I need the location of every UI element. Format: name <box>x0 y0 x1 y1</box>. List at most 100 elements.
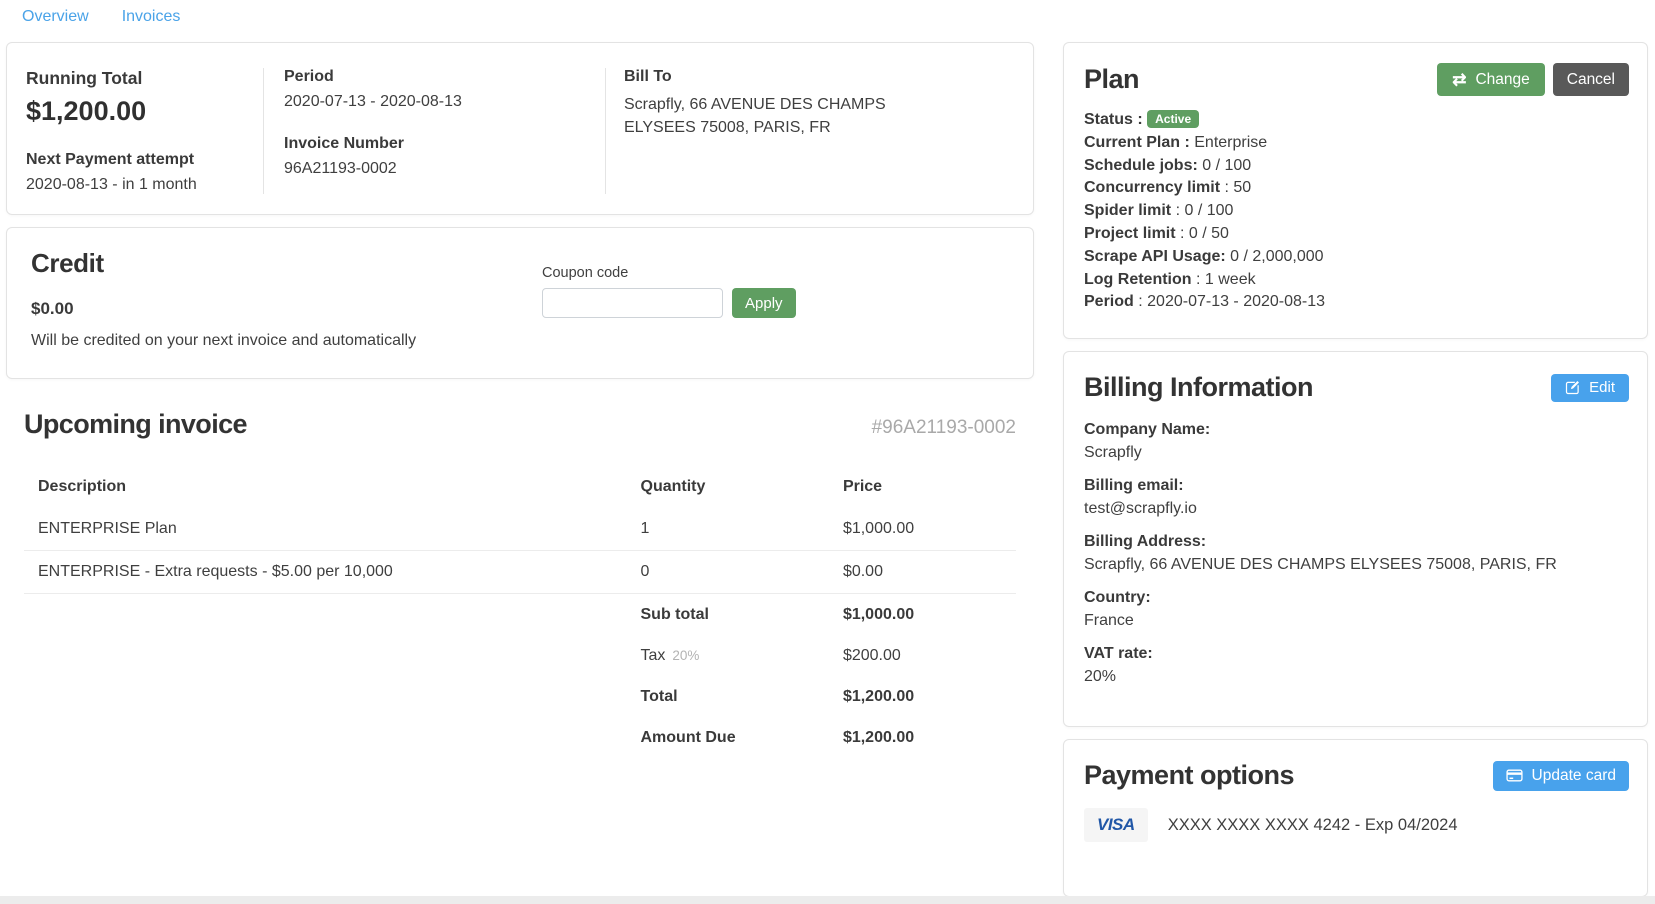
running-total-value: $1,200.00 <box>26 96 243 127</box>
total-label: Tax <box>641 647 666 664</box>
edit-billing-label: Edit <box>1589 379 1615 396</box>
summary-card: Running Total $1,200.00 Next Payment att… <box>6 42 1034 215</box>
total-value: $1,200.00 <box>843 688 1002 706</box>
update-card-button[interactable]: Update card <box>1493 761 1629 791</box>
next-payment-value: 2020-08-13 - in 1 month <box>26 176 243 194</box>
billing-field: Billing Address: Scrapfly, 66 AVENUE DES… <box>1084 530 1629 576</box>
running-total-label: Running Total <box>26 68 243 89</box>
billing-field-value: Scrapfly, 66 AVENUE DES CHAMPS ELYSEES 7… <box>1084 553 1629 576</box>
plan-detail-value: : 0 / 100 <box>1176 202 1234 219</box>
change-plan-label: Change <box>1475 71 1529 89</box>
total-row: Total $1,200.00 <box>24 676 1016 717</box>
plan-detail-label: Schedule jobs: <box>1084 157 1198 174</box>
plan-detail-label: Current Plan : <box>1084 134 1190 151</box>
edit-billing-button[interactable]: Edit <box>1551 374 1629 402</box>
table-row: ENTERPRISE Plan 1 $1,000.00 <box>24 508 1016 551</box>
plan-detail-label: Status : <box>1084 111 1143 128</box>
apply-coupon-button[interactable]: Apply <box>732 288 796 318</box>
total-suffix: 20% <box>672 648 699 663</box>
billing-field: Country: France <box>1084 586 1629 632</box>
credit-title: Credit <box>31 248 1009 279</box>
total-label: Amount Due <box>641 729 736 746</box>
swap-arrows-icon: ⇄ <box>1452 71 1466 88</box>
coupon-code-label: Coupon code <box>542 265 796 281</box>
billing-field-label: Billing email: <box>1084 474 1629 497</box>
tab-bar: Overview Invoices <box>6 8 1648 42</box>
bill-to-value: Scrapfly, 66 AVENUE DES CHAMPS ELYSEES 7… <box>624 93 943 139</box>
billing-field: VAT rate: 20% <box>1084 642 1629 688</box>
billing-field-label: VAT rate: <box>1084 642 1629 665</box>
billing-page: Overview Invoices Running Total $1,200.0… <box>0 0 1655 897</box>
upcoming-invoice-title: Upcoming invoice <box>24 409 247 440</box>
billing-field-value: 20% <box>1084 665 1629 688</box>
credit-note: Will be credited on your next invoice an… <box>31 332 1009 350</box>
cancel-plan-button[interactable]: Cancel <box>1553 63 1629 96</box>
billing-field-label: Company Name: <box>1084 418 1629 441</box>
plan-title: Plan <box>1084 64 1139 95</box>
plan-detail-line: Current Plan : Enterprise <box>1084 132 1629 155</box>
payment-options-title: Payment options <box>1084 760 1294 791</box>
payment-options-card: Payment options Update card <box>1063 739 1648 897</box>
card-number-text: XXXX XXXX XXXX 4242 - Exp 04/2024 <box>1168 816 1458 835</box>
total-value: $1,000.00 <box>843 606 1002 624</box>
plan-detail-line: Schedule jobs: 0 / 100 <box>1084 155 1629 178</box>
total-row: Amount Due $1,200.00 <box>24 717 1016 758</box>
billing-field: Billing email: test@scrapfly.io <box>1084 474 1629 520</box>
plan-detail-label: Project limit <box>1084 225 1176 242</box>
plan-detail-label: Log Retention <box>1084 271 1192 288</box>
column-quantity: Quantity <box>641 478 843 496</box>
column-price: Price <box>843 478 1002 496</box>
plan-detail-value: : 2020-07-13 - 2020-08-13 <box>1138 293 1325 310</box>
plan-detail-value: : 50 <box>1224 179 1251 196</box>
bill-to-label: Bill To <box>624 68 943 86</box>
visa-logo: VISA <box>1097 815 1135 834</box>
total-label: Sub total <box>641 606 709 623</box>
total-value: $200.00 <box>843 647 1002 665</box>
plan-detail-line: Log Retention : 1 week <box>1084 269 1629 292</box>
column-description: Description <box>38 478 641 496</box>
plan-detail-label: Scrape API Usage: <box>1084 248 1226 265</box>
billing-field-value: test@scrapfly.io <box>1084 497 1629 520</box>
plan-card: Plan ⇄ Change Cancel Status : <box>1063 42 1648 339</box>
plan-detail-line: Concurrency limit : 50 <box>1084 177 1629 200</box>
visa-logo-box: VISA <box>1084 808 1148 842</box>
tab[interactable]: Invoices <box>122 8 181 26</box>
credit-card: Credit $0.00 Will be credited on your ne… <box>6 227 1034 379</box>
plan-detail-label: Spider limit <box>1084 202 1171 219</box>
plan-detail-line: Status : Active <box>1084 109 1629 132</box>
plan-detail-line: Scrape API Usage: 0 / 2,000,000 <box>1084 246 1629 269</box>
plan-detail-value: Enterprise <box>1194 134 1267 151</box>
update-card-label: Update card <box>1532 767 1616 785</box>
billing-field-label: Billing Address: <box>1084 530 1629 553</box>
status-badge: Active <box>1147 110 1199 128</box>
billing-field: Company Name: Scrapfly <box>1084 418 1629 464</box>
period-label: Period <box>284 68 585 86</box>
invoice-number-label: Invoice Number <box>284 135 585 153</box>
total-value: $1,200.00 <box>843 729 1002 747</box>
next-payment-label: Next Payment attempt <box>26 151 243 169</box>
cell-price: $1,000.00 <box>843 520 1002 538</box>
invoice-number-value: 96A21193-0002 <box>284 160 585 178</box>
coupon-group: Coupon code Apply <box>542 265 796 318</box>
cell-description: ENTERPRISE Plan <box>38 520 641 538</box>
total-label: Total <box>641 688 678 705</box>
plan-detail-value: : 0 / 50 <box>1180 225 1229 242</box>
cell-description: ENTERPRISE - Extra requests - $5.00 per … <box>38 563 641 581</box>
coupon-code-input[interactable] <box>542 288 723 318</box>
cell-price: $0.00 <box>843 563 1002 581</box>
billing-fields: Company Name: Scrapfly Billing email: te… <box>1084 418 1629 688</box>
table-row: ENTERPRISE - Extra requests - $5.00 per … <box>24 551 1016 594</box>
period-value: 2020-07-13 - 2020-08-13 <box>284 93 585 111</box>
cell-quantity: 0 <box>641 563 843 581</box>
change-plan-button[interactable]: ⇄ Change <box>1437 63 1545 96</box>
invoice-table: Description Quantity Price ENTERPRISE Pl… <box>24 466 1016 758</box>
tab[interactable]: Overview <box>22 8 89 26</box>
table-header-row: Description Quantity Price <box>24 466 1016 508</box>
plan-detail-line: Project limit : 0 / 50 <box>1084 223 1629 246</box>
plan-detail-label: Period <box>1084 293 1134 310</box>
invoice-ref: #96A21193-0002 <box>872 417 1016 439</box>
billing-field-label: Country: <box>1084 586 1629 609</box>
billing-field-value: France <box>1084 609 1629 632</box>
plan-detail-value: 0 / 100 <box>1202 157 1251 174</box>
plan-details: Status : Active Current Plan : Enterpris… <box>1084 109 1629 314</box>
